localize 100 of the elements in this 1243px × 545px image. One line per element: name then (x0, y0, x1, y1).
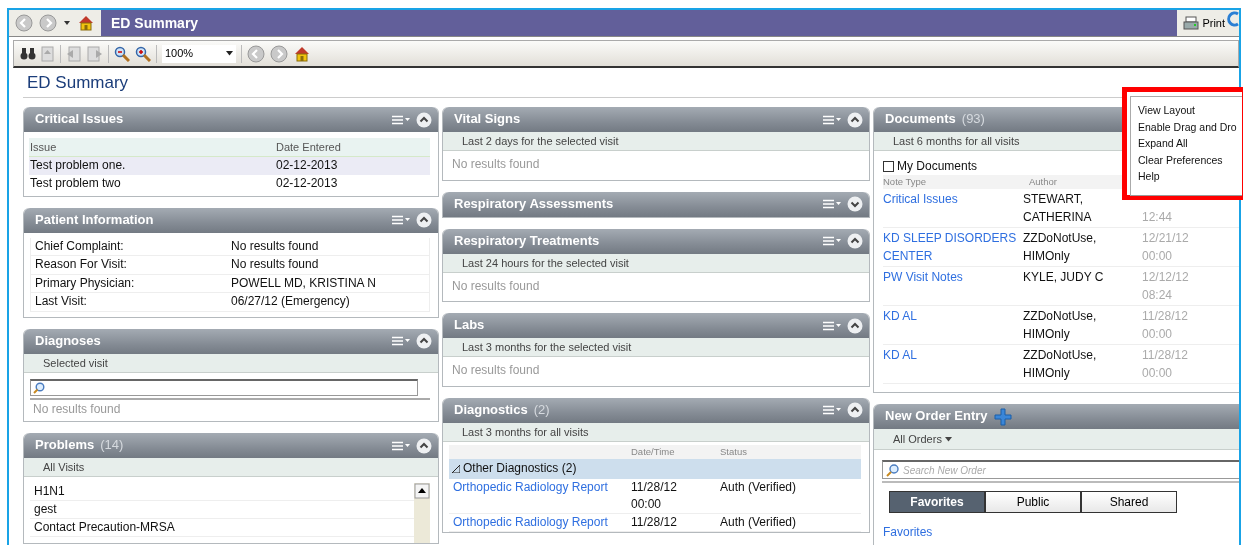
time-text: 12:44 (1142, 209, 1173, 227)
home-icon[interactable] (77, 14, 95, 32)
refresh-icon[interactable] (1227, 10, 1239, 28)
note-link[interactable]: KD SLEEP DISORDERS CENTER (883, 229, 1023, 266)
zoom-in-icon[interactable] (135, 45, 151, 62)
expanded-icon[interactable] (452, 465, 460, 473)
favorites-link[interactable]: Favorites (883, 525, 933, 541)
column-header: Date Entered (276, 140, 341, 155)
table-row[interactable]: Test problem one. 02-12-2013 (29, 157, 430, 175)
empty-message: No results found (451, 362, 541, 380)
field-label: Primary Physician: (35, 274, 136, 292)
menu-icon[interactable] (823, 199, 841, 210)
group-label: Other Diagnostics (2) (463, 461, 577, 477)
forward-icon[interactable] (39, 14, 57, 32)
menu-icon[interactable] (392, 336, 410, 347)
list-item[interactable]: H1N1 (30, 483, 414, 502)
menu-item[interactable]: Clear Preferences (1138, 151, 1242, 168)
menu-icon[interactable] (823, 320, 841, 331)
plus-icon[interactable] (993, 407, 1012, 426)
menu-item[interactable]: Expand All (1138, 135, 1242, 152)
panel-title: Patient Information (35, 211, 154, 229)
time-text: 00:00 (1142, 326, 1174, 344)
binoculars-icon[interactable] (20, 46, 36, 61)
menu-icon[interactable] (823, 114, 841, 125)
date-text: 11/28/12 (631, 478, 678, 496)
column-header: Author (1029, 175, 1057, 189)
checkbox[interactable] (883, 161, 894, 173)
search-field[interactable] (30, 378, 418, 396)
report-link[interactable]: Orthopedic Radiology Report (453, 478, 631, 513)
item-count: (93) (961, 111, 985, 129)
printer-icon (1183, 15, 1200, 31)
column-header: Status (720, 445, 747, 459)
filter-dropdown[interactable]: All Orders (874, 429, 1239, 451)
panel-title: Respiratory Assessments (454, 195, 614, 213)
field-value: POWELL MD, KRISTINA N (231, 274, 376, 292)
menu-icon[interactable] (823, 405, 841, 416)
collapse-icon[interactable] (847, 402, 863, 419)
page-next-icon[interactable] (87, 45, 103, 62)
zoom-select[interactable]: 100% (162, 44, 236, 63)
collapse-icon[interactable] (416, 437, 432, 454)
column-header: Note Type (883, 175, 928, 189)
panel-title: New Order Entry (885, 408, 988, 425)
panel-title: Diagnostics (454, 401, 528, 419)
panel-title: Respiratory Treatments (454, 232, 600, 250)
forward-icon[interactable] (270, 44, 288, 63)
menu-icon[interactable] (823, 236, 841, 247)
collapse-icon[interactable] (847, 111, 863, 128)
collapse-icon[interactable] (416, 333, 432, 350)
note-link[interactable]: KD AL (883, 346, 1023, 383)
time-text: 00:00 (1142, 248, 1174, 266)
search-icon (886, 463, 899, 477)
home-icon[interactable] (293, 44, 311, 63)
caret-icon[interactable] (63, 20, 71, 26)
collapse-icon[interactable] (416, 212, 432, 229)
item-count: (2) (533, 401, 550, 419)
menu-icon[interactable] (392, 114, 410, 125)
panel-title: Diagnoses (35, 332, 101, 350)
window-title: ED Summary (101, 10, 1178, 36)
menu-item[interactable]: View Layout (1138, 102, 1242, 119)
panel-title: Documents (885, 111, 956, 129)
back-icon[interactable] (247, 44, 265, 63)
note-link[interactable]: KD AL (883, 307, 1023, 344)
field-value: No results found (231, 256, 319, 274)
print-button[interactable]: Print (1177, 10, 1227, 36)
list-item[interactable]: gest (30, 501, 414, 520)
collapse-icon[interactable] (847, 233, 863, 250)
collapse-icon[interactable] (847, 317, 863, 334)
note-link[interactable]: PW Visit Notes (883, 268, 1023, 305)
table-row[interactable]: Test problem two 02-12-2013 (29, 175, 430, 193)
panel-title: Labs (454, 317, 485, 335)
caret-icon (226, 51, 233, 56)
tab[interactable]: Favorites (889, 491, 985, 514)
panel-subtitle: Last 3 months for the selected visit (443, 338, 869, 358)
menu-icon[interactable] (392, 440, 410, 451)
caret-icon (944, 436, 952, 442)
zoom-out-icon[interactable] (114, 45, 130, 62)
report-link[interactable]: Orthopedic Radiology Report (453, 513, 631, 531)
note-link[interactable]: Critical Issues (883, 190, 1023, 227)
menu-item[interactable]: Enable Drag and Dro (1138, 118, 1242, 135)
status-text: Auth (Verified) (720, 478, 797, 496)
tab[interactable]: Shared (1081, 491, 1177, 514)
page-up-icon[interactable] (41, 45, 55, 62)
menu-item[interactable]: Help (1138, 168, 1242, 185)
back-icon[interactable] (15, 14, 33, 32)
panel-title: Vital Signs (454, 111, 521, 129)
time-text: 08:24 (1142, 287, 1174, 305)
collapse-icon[interactable] (416, 111, 432, 128)
tab[interactable]: Public (985, 491, 1081, 514)
time-text: 00:00 (631, 495, 663, 513)
list-item[interactable]: Contact Precaution-MRSA (30, 519, 414, 538)
scrollbar[interactable] (414, 483, 430, 544)
page-previous-icon[interactable] (66, 45, 82, 62)
panel-subtitle: Last 2 days for the selected visit (443, 132, 869, 152)
field-value: No results found (231, 237, 319, 255)
time-text: 00:00 (1142, 365, 1174, 383)
field-label: Last Visit: (35, 293, 88, 311)
menu-icon[interactable] (392, 215, 410, 226)
search-icon (33, 381, 45, 394)
date-text: 11/28/12 (631, 513, 678, 531)
expand-icon[interactable] (847, 196, 863, 213)
